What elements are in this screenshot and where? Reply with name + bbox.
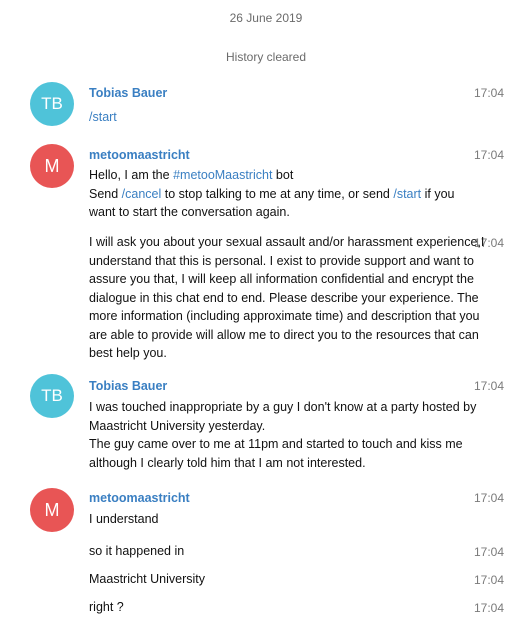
avatar[interactable]: TB bbox=[30, 374, 74, 418]
message-time: 17:04 bbox=[473, 86, 504, 100]
message-text: I was touched inappropriate by a guy I d… bbox=[89, 400, 477, 470]
message-text: I understand bbox=[89, 512, 159, 526]
hashtag-link[interactable]: #metooMaastricht bbox=[173, 168, 272, 182]
sender-name[interactable]: metoomaastricht bbox=[89, 148, 190, 162]
message-text: I will ask you about your sexual assault… bbox=[89, 235, 485, 360]
avatar[interactable]: M bbox=[30, 144, 74, 188]
message-time: 17:04 bbox=[473, 148, 504, 162]
message-time: 17:04 bbox=[473, 491, 504, 505]
start-command-link[interactable]: /start bbox=[393, 187, 421, 201]
text-line: Hello, I am the #metooMaastricht bot bbox=[89, 168, 294, 182]
date-header: 26 June 2019 bbox=[229, 11, 303, 25]
text-line: want to start the conversation again. bbox=[89, 205, 290, 219]
message-text: Hello, I am the #metooMaastricht bot Sen… bbox=[89, 166, 499, 222]
avatar[interactable]: TB bbox=[30, 82, 74, 126]
text-line: Send /cancel to stop talking to me at an… bbox=[89, 186, 455, 201]
sender-name[interactable]: Tobias Bauer bbox=[89, 379, 167, 393]
message-text: right ? bbox=[89, 600, 124, 614]
message-text: Maastricht University bbox=[89, 572, 205, 586]
message-time: 17:04 bbox=[473, 379, 504, 393]
avatar[interactable]: M bbox=[30, 488, 74, 532]
cancel-command-link[interactable]: /cancel bbox=[122, 187, 162, 201]
service-message: History cleared bbox=[225, 50, 307, 64]
sender-name[interactable]: Tobias Bauer bbox=[89, 86, 167, 100]
command-link[interactable]: /start bbox=[89, 110, 117, 124]
message-text: so it happened in bbox=[89, 544, 185, 558]
sender-name[interactable]: metoomaastricht bbox=[89, 491, 190, 505]
message-text: /start bbox=[89, 108, 499, 127]
